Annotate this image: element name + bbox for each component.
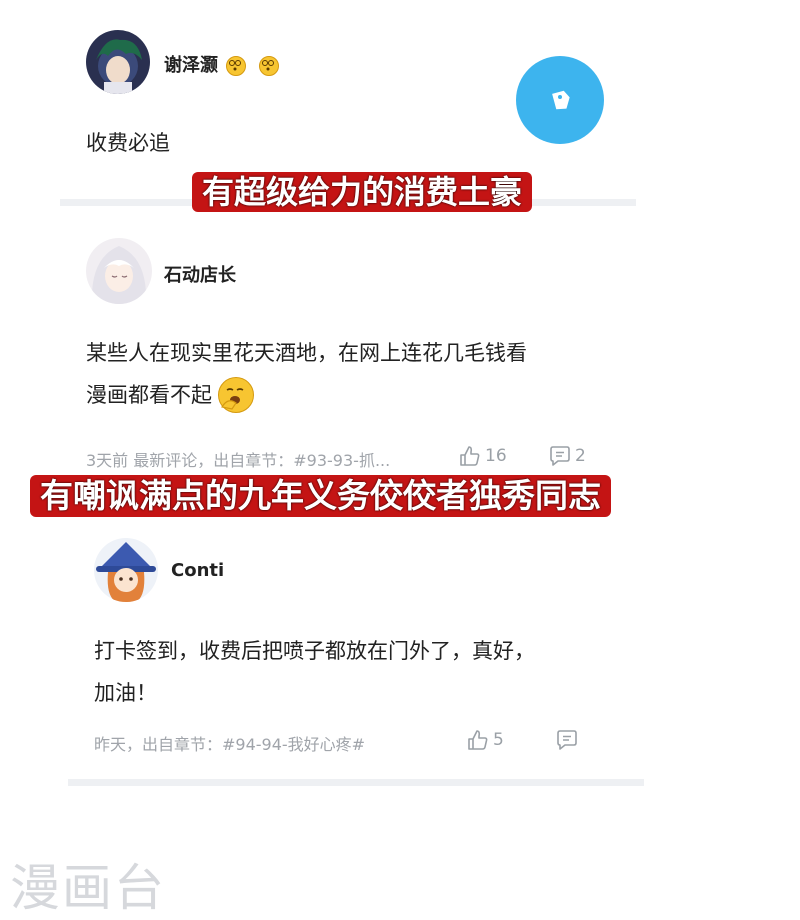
comment-1-text: 收费必追: [86, 122, 170, 164]
comment-icon: [557, 730, 577, 750]
divider-2: [68, 779, 644, 786]
username-1-text: 谢泽灏: [164, 55, 218, 76]
comment-2-line-2-row: 漫画都看不起: [86, 374, 527, 416]
username-2[interactable]: 石动店长: [164, 261, 236, 287]
avatar-user-1[interactable]: [86, 30, 150, 94]
like-button-2[interactable]: 16: [458, 444, 507, 468]
dizzy-emoji-icon: [258, 56, 279, 76]
reply-button-3[interactable]: [555, 728, 582, 752]
caption-middle: 有嘲讽满点的九年义务佼佼者独秀同志: [30, 475, 611, 517]
yawn-emoji-icon: [218, 377, 254, 413]
avatar-user-2[interactable]: [86, 238, 152, 304]
comment-3-text: 打卡签到，收费后把喷子都放在门外了，真好， 加油！: [94, 630, 535, 714]
like-button-3[interactable]: 5: [466, 728, 504, 752]
comment-2-meta: 3天前 最新评论，出自章节：#93-93-抓...: [86, 451, 391, 470]
avatar-user-3[interactable]: [94, 538, 158, 602]
thumbs-up-icon: [468, 730, 488, 750]
reply-button-2[interactable]: 2: [548, 444, 586, 468]
comment-3-line-1: 打卡签到，收费后把喷子都放在门外了，真好，: [94, 639, 535, 663]
comment-1-line-1: 收费必追: [86, 131, 170, 155]
comment-icon: [550, 446, 570, 466]
edit-fab-button[interactable]: [516, 56, 604, 144]
watermark: 漫画台: [10, 859, 166, 917]
thumbs-up-icon: [460, 446, 480, 466]
comment-2-text: 某些人在现实里花天酒地，在网上连花几毛钱看 漫画都看不起: [86, 332, 527, 416]
comment-3-line-2: 加油！: [94, 681, 157, 705]
like-count-3: 5: [493, 730, 504, 750]
like-count-2: 16: [485, 446, 507, 466]
reply-count-2: 2: [575, 446, 586, 466]
comment-2-line-2: 漫画都看不起: [86, 383, 212, 407]
dizzy-emoji-icon: [226, 56, 247, 76]
edit-fab-icon: [552, 90, 570, 110]
username-1[interactable]: 谢泽灏: [164, 51, 279, 77]
comment-3-meta: 昨天，出自章节：#94-94-我好心疼#: [94, 735, 366, 754]
caption-top: 有超级给力的消费土豪: [192, 172, 533, 213]
username-3[interactable]: Conti: [171, 560, 224, 581]
comment-2-line-1: 某些人在现实里花天酒地，在网上连花几毛钱看: [86, 341, 527, 365]
